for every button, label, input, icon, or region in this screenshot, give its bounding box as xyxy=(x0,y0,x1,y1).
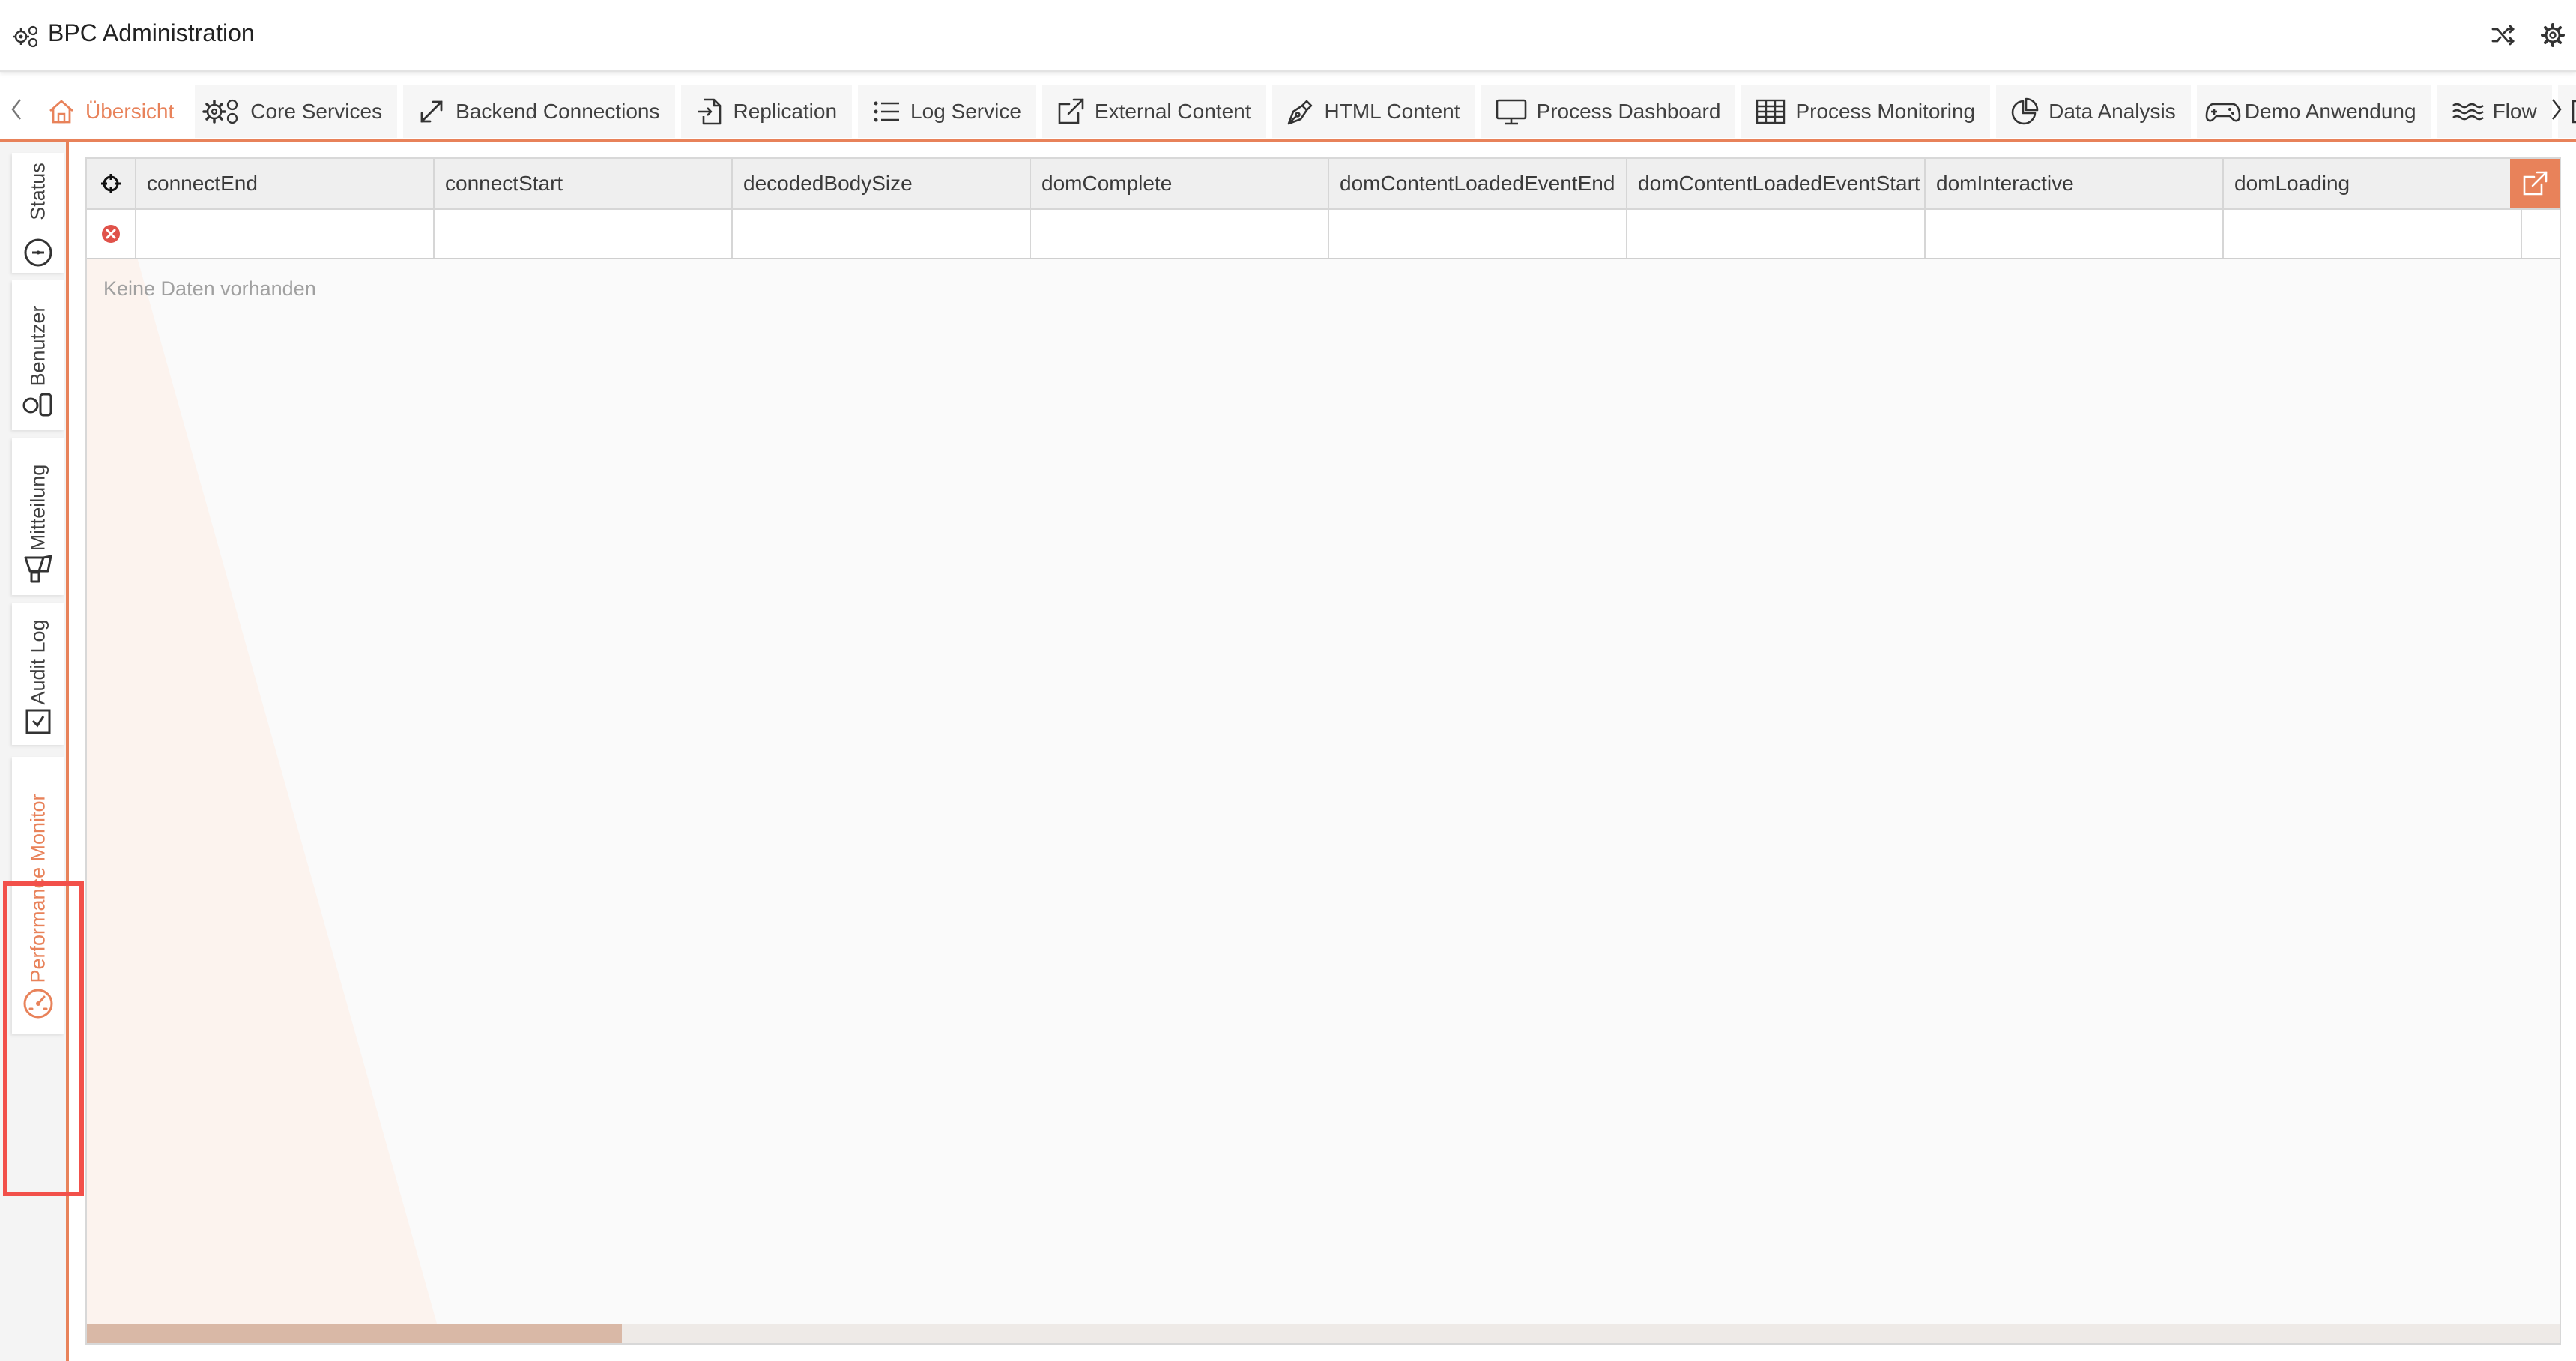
filter-input-connectstart[interactable] xyxy=(435,210,733,258)
user-toggle-icon xyxy=(22,393,52,417)
home-icon xyxy=(49,100,73,124)
export-button[interactable] xyxy=(2510,159,2560,208)
horizontal-scrollbar-thumb[interactable] xyxy=(87,1324,622,1343)
filter-input-dominteractive[interactable] xyxy=(1926,210,2224,258)
tab-label: Demo Anwendung xyxy=(2244,100,2416,123)
side-tab-performance-monitor[interactable]: Performance Monitor xyxy=(12,757,64,1034)
module-tab-bar: Übersicht Core Services Backend Connecti… xyxy=(0,78,2576,142)
column-header-connectstart[interactable]: connectStart xyxy=(435,159,733,208)
gears-icon xyxy=(202,99,238,124)
side-tab-label: Status xyxy=(26,163,49,220)
external-link-icon xyxy=(1058,98,1084,124)
file-import-icon xyxy=(697,98,721,125)
tab-label: Replication xyxy=(733,100,838,123)
column-header-domcontentloadedeventend[interactable]: domContentLoadedEventEnd xyxy=(1329,159,1627,208)
expand-arrows-icon xyxy=(420,100,443,123)
tab-label: Log Service xyxy=(910,100,1021,123)
pie-chart-icon xyxy=(2011,97,2039,125)
clear-filter-icon xyxy=(102,225,120,243)
column-header-domcontentloadedeventstart[interactable]: domContentLoadedEventStart xyxy=(1627,159,1926,208)
tab-label: HTML Content xyxy=(1324,100,1460,123)
filter-input-domcomplete[interactable] xyxy=(1031,210,1329,258)
horizontal-scrollbar[interactable] xyxy=(87,1324,2560,1343)
tab-label: External Content xyxy=(1094,100,1251,123)
tab-label: Data Analysis xyxy=(2049,100,2176,123)
tab-scroll-left-button[interactable] xyxy=(3,88,30,130)
shuffle-button[interactable] xyxy=(2486,18,2521,52)
log-book-icon xyxy=(25,709,51,734)
filter-input-domcontentloadedeventstart[interactable] xyxy=(1627,210,1926,258)
background-decoration xyxy=(87,159,443,1343)
tab-label: Übersicht xyxy=(85,100,175,123)
info-circle-icon xyxy=(24,238,52,267)
grid-select-cell[interactable] xyxy=(87,159,136,208)
tabs-list: Übersicht Core Services Backend Connecti… xyxy=(33,85,2576,139)
tab-label: Process Dashboard xyxy=(1536,100,1721,123)
column-header-decodedbodysize[interactable]: decodedBodySize xyxy=(733,159,1031,208)
list-icon xyxy=(874,101,900,122)
tab-label: Flow xyxy=(2492,100,2537,123)
settings-gear-icon xyxy=(2541,23,2565,47)
tab-label: Backend Connections xyxy=(456,100,660,123)
tab-uebersicht[interactable]: Übersicht xyxy=(33,85,190,138)
app-header: BPC Administration xyxy=(0,0,2576,72)
tab-demo-anwendung[interactable]: Demo Anwendung xyxy=(2196,85,2431,138)
column-header-connectend[interactable]: connectEnd xyxy=(136,159,435,208)
table-icon xyxy=(1756,99,1786,124)
megaphone-icon xyxy=(24,555,52,583)
chevron-right-icon xyxy=(2552,99,2562,120)
tab-html-content[interactable]: HTML Content xyxy=(1272,85,1475,138)
shuffle-icon xyxy=(2491,25,2515,46)
export-icon xyxy=(2523,171,2548,196)
side-tab-mitteilung[interactable]: Mitteilung xyxy=(12,438,64,595)
pen-nib-icon xyxy=(1287,100,1312,125)
tab-scroll-right-button[interactable] xyxy=(2543,88,2570,130)
side-tab-benutzer[interactable]: Benutzer xyxy=(12,280,64,430)
tab-data-analysis[interactable]: Data Analysis xyxy=(1996,85,2191,138)
side-tab-status[interactable]: Status xyxy=(12,153,64,273)
tab-external-content[interactable]: External Content xyxy=(1041,85,1266,138)
app-title: BPC Administration xyxy=(48,19,255,46)
tab-log-service[interactable]: Log Service xyxy=(858,85,1036,138)
side-tab-label: Mitteilung xyxy=(26,464,49,552)
side-tab-label: Audit Log xyxy=(26,619,49,705)
grid-filter-row xyxy=(87,210,2560,259)
tab-process-monitoring[interactable]: Process Monitoring xyxy=(1741,85,1991,138)
tab-label: Core Services xyxy=(250,100,383,123)
side-tab-label: Performance Monitor xyxy=(26,794,49,983)
empty-grid-message: Keine Daten vorhanden xyxy=(103,277,316,300)
crosshair-icon xyxy=(101,174,121,193)
filter-input-decodedbodysize[interactable] xyxy=(733,210,1031,258)
grid-header-row: connectEnd connectStart decodedBodySize … xyxy=(87,159,2560,210)
monitor-icon xyxy=(1496,99,1526,125)
speedometer-icon xyxy=(23,989,53,1019)
side-tab-label: Benutzer xyxy=(26,305,49,387)
performance-grid-panel: connectEnd connectStart decodedBodySize … xyxy=(85,157,2561,1345)
column-header-domcomplete[interactable]: domComplete xyxy=(1031,159,1329,208)
column-header-dominteractive[interactable]: domInteractive xyxy=(1926,159,2224,208)
gears-icon xyxy=(13,25,38,48)
settings-button[interactable] xyxy=(2536,18,2570,52)
tab-replication[interactable]: Replication xyxy=(680,85,853,138)
clear-filter-cell[interactable] xyxy=(87,210,136,258)
waves-icon xyxy=(2452,103,2484,121)
tab-backend-connections[interactable]: Backend Connections xyxy=(403,85,675,138)
tab-process-dashboard[interactable]: Process Dashboard xyxy=(1481,85,1736,138)
side-tab-audit-log[interactable]: Audit Log xyxy=(12,603,64,745)
filter-input-domcontentloadedeventend[interactable] xyxy=(1329,210,1627,258)
column-header-domloading[interactable]: domLoading xyxy=(2224,159,2522,208)
tab-label: Process Monitoring xyxy=(1795,100,1976,123)
tab-flow[interactable]: Flow xyxy=(2437,85,2552,138)
tab-core-services[interactable]: Core Services xyxy=(195,85,398,138)
side-tab-bar: Status Benutzer Mitteilung Audit Log Per… xyxy=(0,142,84,1361)
filter-input-domloading[interactable] xyxy=(2224,210,2522,258)
gamepad-icon xyxy=(2205,103,2241,122)
filter-input-connectend[interactable] xyxy=(136,210,435,258)
chevron-left-icon xyxy=(11,99,21,120)
